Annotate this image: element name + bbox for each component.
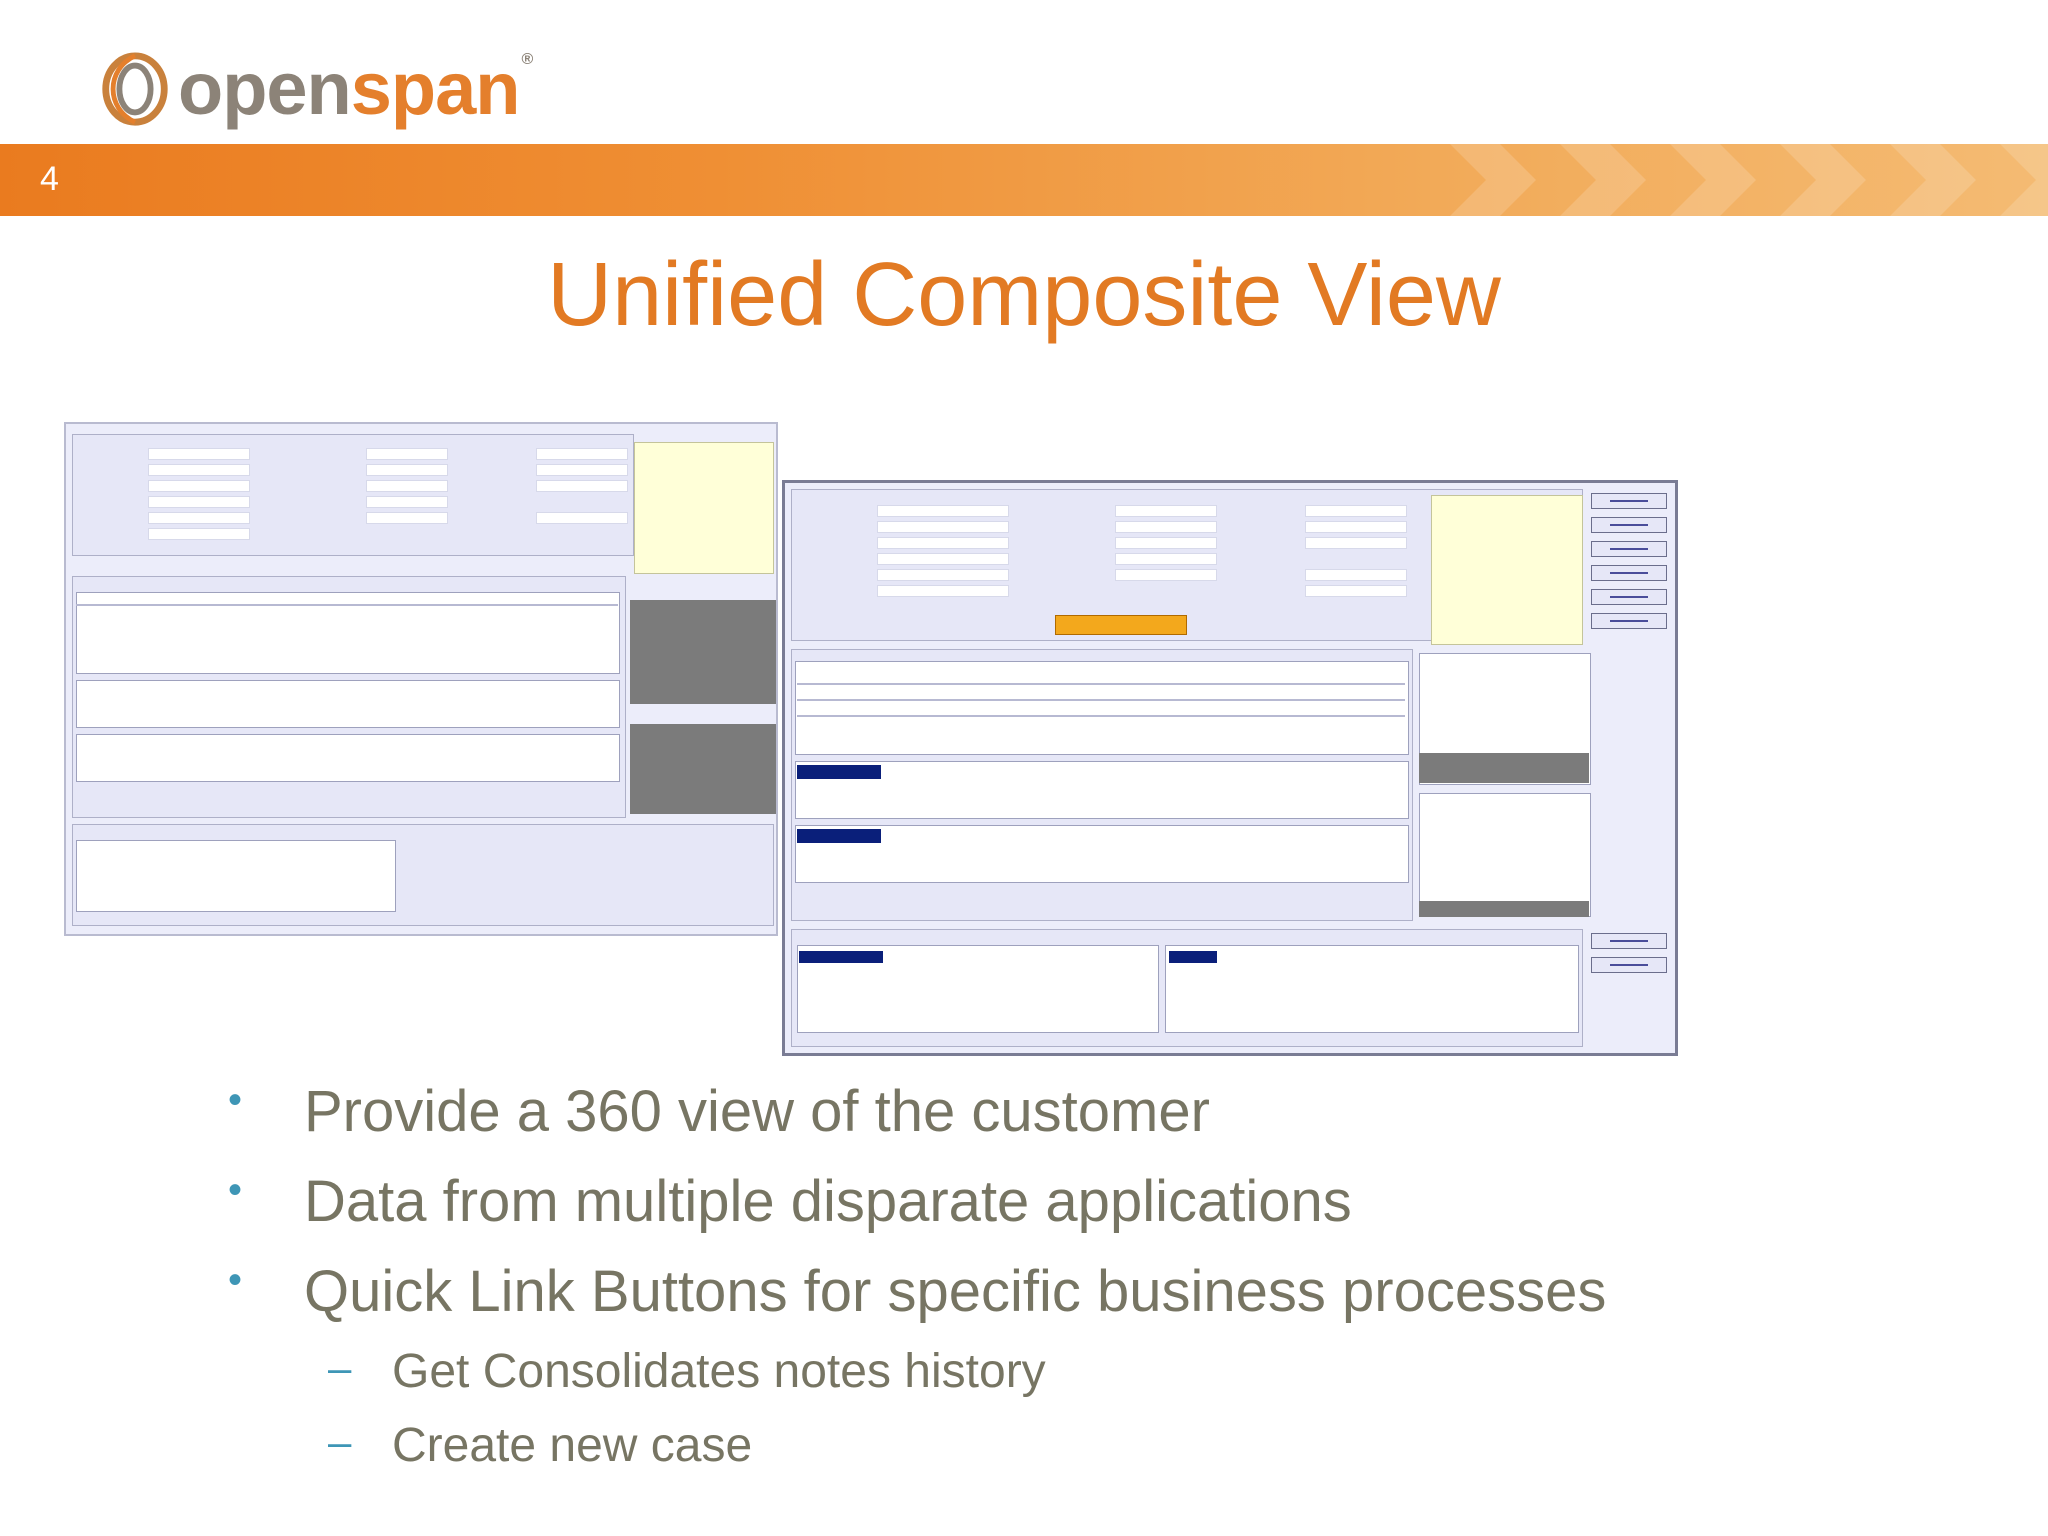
bullet-dot-icon: • [228, 1258, 243, 1302]
sub-bullet-text: Get Consolidates notes history [392, 1345, 1046, 1398]
dash-icon: – [328, 1344, 352, 1391]
bullet-dot-icon: • [228, 1168, 243, 1212]
dash-icon: – [328, 1418, 352, 1465]
sub-bullet-text: Create new case [392, 1419, 753, 1472]
slide-title: Unified Composite View [547, 245, 1501, 345]
bullet-text: Data from multiple disparate application… [304, 1169, 1352, 1234]
screenshot-blank-composite-form [64, 422, 778, 936]
logo-text-open: open [178, 47, 352, 130]
header-banner [0, 144, 2048, 216]
bullet-text: Quick Link Buttons for specific business… [304, 1259, 1607, 1324]
openspan-swirl-icon [102, 52, 168, 126]
bullet-dot-icon: • [228, 1078, 243, 1122]
page-number: 4 [40, 160, 59, 198]
openspan-logo: openspan ® [96, 44, 533, 134]
logo-text-span: span [350, 47, 521, 130]
screenshot-populated-composite-form [782, 480, 1678, 1056]
logo-wordmark: openspan ® [178, 47, 533, 130]
bullet-text: Provide a 360 view of the customer [304, 1079, 1210, 1144]
